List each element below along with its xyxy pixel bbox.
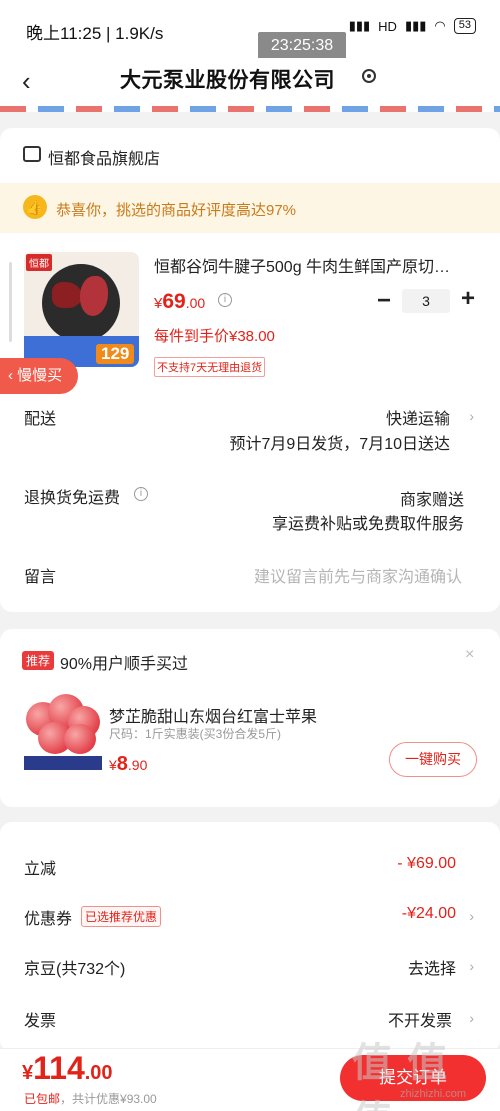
price-integer: 69	[162, 290, 186, 313]
signal-icon: ▮▮▮	[348, 18, 371, 33]
total-integer: 114	[33, 1050, 85, 1086]
delivery-label: 配送	[24, 411, 57, 428]
wifi-icon: ◠	[434, 18, 446, 33]
scroll-indicator	[9, 262, 12, 342]
battery-icon: 53	[453, 18, 476, 34]
total-price: ¥114.00	[22, 1050, 113, 1087]
quantity-input[interactable]: 3	[402, 289, 450, 313]
recommend-title: 90%用户顺手买过	[60, 656, 189, 673]
coupon-tag: 已选推荐优惠	[81, 906, 162, 927]
delivery-value[interactable]: 快递运输	[386, 405, 450, 429]
delivery-estimate: 预计7月9日发货，7月10日送达	[229, 436, 451, 453]
chevron-right-icon[interactable]: ›	[469, 908, 474, 924]
signal-icon-2: ▮▮▮	[404, 18, 427, 33]
thumbs-up-icon: 👍	[23, 195, 47, 219]
invoice-value[interactable]: 不开发票	[388, 1007, 452, 1031]
coupon-value[interactable]: -¥24.00	[402, 905, 456, 923]
currency-symbol: ¥	[22, 1062, 34, 1084]
one-click-buy-button[interactable]: 一键购买	[389, 742, 477, 777]
return-shipping-value: 商家赠送	[399, 492, 464, 509]
shipping-info: 已包邮，共计优惠¥93.00	[24, 1090, 157, 1107]
airmail-border	[0, 106, 500, 112]
apple-image-strip	[24, 756, 102, 770]
unit-price: 每件到手价¥38.00	[154, 328, 275, 345]
info-icon[interactable]: i	[134, 487, 148, 501]
chevron-right-icon[interactable]: ›	[469, 408, 474, 424]
jingdou-value[interactable]: 去选择	[408, 955, 456, 979]
slow-buy-tab[interactable]: ‹ 慢慢买	[0, 358, 78, 394]
discount-value: - ¥69.00	[397, 855, 456, 872]
info-icon[interactable]: i	[218, 293, 232, 307]
location-pin-icon[interactable]	[362, 69, 376, 83]
price-integer: 8	[116, 753, 128, 775]
total-decimal: .00	[84, 1062, 113, 1084]
note-input[interactable]: 建议留言前先与商家沟通确认	[254, 563, 462, 587]
jingdou-label: 京豆(共732个)	[24, 961, 126, 978]
apple-product-image[interactable]	[24, 690, 102, 770]
price-decimal: .90	[127, 757, 148, 773]
recommend-item-spec: 尺码：1斤实惠装(买3份合发5斤)	[109, 727, 282, 741]
praise-text: 恭喜你，挑选的商品好评度高达97%	[56, 202, 297, 219]
currency-symbol: ¥	[109, 757, 117, 773]
close-icon[interactable]: ×	[465, 646, 474, 664]
brand-logo: 恒都	[26, 254, 52, 271]
discount-label: 立减	[24, 861, 57, 878]
store-name[interactable]: 恒都食品旗舰店	[48, 145, 160, 169]
coupon-label: 优惠券	[24, 911, 73, 928]
free-shipping-text: 已包邮	[24, 1092, 61, 1106]
savings-text: ，共计优惠¥93.00	[60, 1092, 157, 1106]
time-overlay: 23:25:38	[258, 32, 346, 60]
image-price-tag: 129	[96, 344, 135, 364]
return-shipping-sub: 享运费补贴或免费取件服务	[271, 516, 464, 533]
meat-graphic	[52, 282, 82, 308]
product-name[interactable]: 恒都谷饲牛腱子500g 牛肉生鲜国产原切…	[154, 253, 484, 277]
network-label: HD	[378, 18, 397, 34]
status-icons: ▮▮▮ HD ▮▮▮ ◠ 53	[349, 18, 476, 34]
status-time-speed: 晚上11:25 | 1.9K/s	[26, 24, 164, 43]
slow-buy-label: 慢慢买	[17, 367, 63, 384]
invoice-label: 发票	[24, 1013, 57, 1030]
quantity-increase-button[interactable]: +	[458, 285, 478, 313]
chevron-left-icon: ‹	[8, 367, 18, 384]
no-return-badge: 不支持7天无理由退货	[154, 357, 266, 377]
chevron-right-icon[interactable]: ›	[469, 1010, 474, 1026]
recommend-badge: 推荐	[22, 651, 55, 670]
product-image[interactable]: 恒都 129	[24, 252, 139, 367]
back-icon[interactable]: ‹	[22, 66, 31, 97]
recommend-item-price: ¥8.90	[109, 753, 147, 776]
note-label: 留言	[24, 569, 57, 586]
header: ‹ 大元泵业股份有限公司	[0, 58, 500, 110]
quantity-decrease-button[interactable]: −	[374, 287, 394, 315]
product-price: ¥69.00	[154, 290, 205, 314]
watermark-url: zhizhizhi.com	[400, 1088, 467, 1100]
page-title: 大元泵业股份有限公司	[120, 69, 335, 92]
price-decimal: .00	[185, 295, 206, 311]
chevron-right-icon[interactable]: ›	[469, 958, 474, 974]
store-icon	[23, 146, 41, 162]
return-shipping-label: 退换货免运费	[24, 490, 121, 507]
recommend-item-name[interactable]: 梦芷脆甜山东烟台红富士苹果	[109, 703, 317, 727]
apple-graphic	[64, 724, 96, 754]
